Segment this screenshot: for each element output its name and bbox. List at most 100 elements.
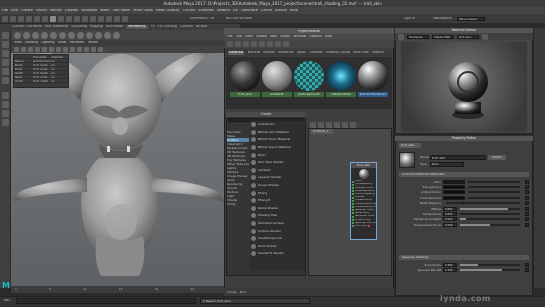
shelf-tab-custom[interactable]: Custom	[180, 25, 193, 28]
attr-value-field[interactable]: 0.500	[443, 222, 457, 227]
attr-slider[interactable]	[460, 213, 520, 216]
menu-create[interactable]: Create	[21, 9, 33, 13]
attr-slider[interactable]	[468, 196, 520, 199]
redo-icon[interactable]	[42, 15, 48, 22]
menu-windows[interactable]: Windows	[81, 9, 97, 13]
input-plug[interactable]	[352, 225, 354, 228]
undo-icon[interactable]	[34, 15, 40, 22]
workspace-dropdown[interactable]: Maya Classic	[457, 16, 486, 21]
create-item-anisotropic[interactable]: Anisotropic	[250, 121, 305, 129]
table-cell[interactable]: Teeth	[14, 71, 32, 74]
type-dropdown[interactable]: Blinn	[430, 162, 464, 167]
create-item-lambert[interactable]: Lambert	[250, 167, 305, 175]
shelf-hypershade-icon[interactable]	[32, 31, 39, 39]
menu-file[interactable]: File	[2, 9, 8, 13]
shelf-render-settings-icon[interactable]	[41, 31, 48, 39]
attr-color-swatch[interactable]	[443, 190, 465, 195]
table-cell[interactable]: on	[50, 63, 68, 66]
table-cell[interactable]: on	[50, 59, 68, 62]
render-settings-icon[interactable]	[122, 15, 128, 22]
map-button[interactable]	[525, 262, 529, 267]
create-item-shading-map[interactable]: Shading Map	[250, 212, 305, 220]
input-plug[interactable]	[352, 186, 354, 189]
xray-icon[interactable]	[98, 47, 103, 52]
mv-render-icon[interactable]	[398, 33, 404, 40]
hypershade-menu-options[interactable]: Options	[309, 35, 322, 38]
menu-deform[interactable]: Deform	[217, 9, 230, 13]
table-cell[interactable]: troll_body	[32, 63, 50, 66]
select-tool-icon[interactable]	[2, 32, 9, 39]
list-view-icon[interactable]	[267, 41, 273, 47]
shelf-blinn-icon[interactable]	[86, 31, 93, 39]
menu-surfaces[interactable]: Surfaces	[198, 9, 214, 13]
graph-in-out-icon[interactable]	[243, 41, 249, 47]
menu-generate[interactable]: Generate	[241, 9, 258, 13]
graph-input-icon[interactable]	[227, 41, 233, 47]
bottom-tab-create[interactable]: Create	[227, 291, 237, 294]
hypershade-menu-file[interactable]: File	[227, 35, 233, 38]
menu-mesh-display[interactable]: Mesh Display	[156, 9, 180, 13]
create-item-surface-shader[interactable]: Surface Shader	[250, 227, 305, 235]
menu-select[interactable]: Select	[36, 9, 47, 13]
specular-section[interactable]: Specular Shading	[399, 255, 529, 260]
table-row[interactable]: Cloth troll_cloth on	[14, 79, 68, 83]
attr-value-field[interactable]: 0.000	[443, 212, 457, 217]
create-item-hair-tube-shader[interactable]: Hair Tube Shader	[250, 159, 305, 167]
paint-select-icon[interactable]	[2, 50, 9, 57]
hypershade-menu-tabs[interactable]: Tabs	[270, 35, 277, 38]
table-cell[interactable]: troll_nails	[32, 75, 50, 78]
save-scene-icon[interactable]	[26, 15, 32, 22]
table-cell[interactable]: Name	[14, 59, 32, 62]
four-view-icon[interactable]	[2, 101, 9, 108]
create-item-glsl-shader[interactable]: GLSL Shader	[250, 243, 305, 251]
open-scene-icon[interactable]	[18, 15, 24, 22]
shelf-area-light-icon[interactable]	[77, 31, 84, 39]
map-button[interactable]	[525, 201, 529, 206]
attr-color-swatch[interactable]	[443, 185, 465, 190]
new-scene-icon[interactable]	[10, 15, 16, 22]
create-item-use-background[interactable]: Use Background	[250, 235, 305, 243]
map-button[interactable]	[525, 179, 529, 184]
shelf-spot-light-icon[interactable]	[59, 31, 66, 39]
snap-point-icon[interactable]	[90, 15, 96, 22]
table-cell[interactable]: troll_eyes	[32, 67, 50, 70]
menu-mesh-tools[interactable]: Mesh Tools	[133, 9, 152, 13]
object-dropdown[interactable]: Shader Ball	[432, 34, 454, 39]
menu-cache[interactable]: Cache	[261, 9, 272, 13]
swatch-icon[interactable]	[259, 41, 265, 47]
ambient-occlusion-icon[interactable]	[84, 47, 89, 52]
browser-tab-rendering[interactable]: Rendering	[278, 51, 294, 54]
table-cell[interactable]: on	[50, 67, 68, 70]
attr-specular-roll-off[interactable]: Specular Roll Off 0.700	[399, 267, 529, 273]
shelf-tab-fx-caching[interactable]: FX Caching	[158, 25, 177, 28]
browser-tab-textures[interactable]: Textures	[247, 51, 260, 54]
viewport-menu-lighting[interactable]: Lighting	[41, 41, 54, 44]
viewport-menu-renderer[interactable]: Renderer	[69, 41, 84, 44]
hypershade-menu-help[interactable]: Help	[325, 35, 333, 38]
grid-icon[interactable]	[35, 47, 40, 52]
select-button[interactable]: Select	[488, 155, 506, 160]
output-plug[interactable]	[368, 225, 371, 228]
symmetry-label[interactable]: Symmetry: Off	[190, 17, 214, 20]
table-cell[interactable]: on	[50, 71, 68, 74]
common-attributes-section[interactable]: Common Material Attributes	[399, 172, 529, 177]
menu-help[interactable]: Help	[290, 9, 298, 13]
create-item-phong[interactable]: Phong	[250, 189, 305, 197]
shadows-icon[interactable]	[77, 47, 82, 52]
map-button[interactable]	[525, 185, 529, 190]
shelf-surface-shader-icon[interactable]	[113, 31, 120, 39]
shelf-tab-fx[interactable]: FX	[151, 25, 155, 28]
ipr-render-icon[interactable]	[114, 15, 120, 22]
input-plug[interactable]	[352, 202, 354, 205]
select-hierarchy-icon[interactable]	[50, 15, 56, 22]
material-swatch-particlecloud1[interactable]: particleCloud1	[294, 61, 324, 101]
browser-tab-bake-sets[interactable]: Bake Sets	[353, 51, 368, 54]
viewport-menu-show[interactable]: Show	[58, 41, 67, 44]
input-plug[interactable]	[352, 218, 354, 221]
shelf-directional-light-icon[interactable]	[68, 31, 75, 39]
live-surface-label[interactable]: No Live Surface	[226, 17, 252, 20]
attr-color-swatch[interactable]	[443, 195, 465, 200]
attr-slider[interactable]	[468, 180, 520, 183]
attr-translucence-focus[interactable]: Translucence Focus 0.500	[399, 222, 529, 227]
map-button[interactable]	[525, 217, 529, 222]
